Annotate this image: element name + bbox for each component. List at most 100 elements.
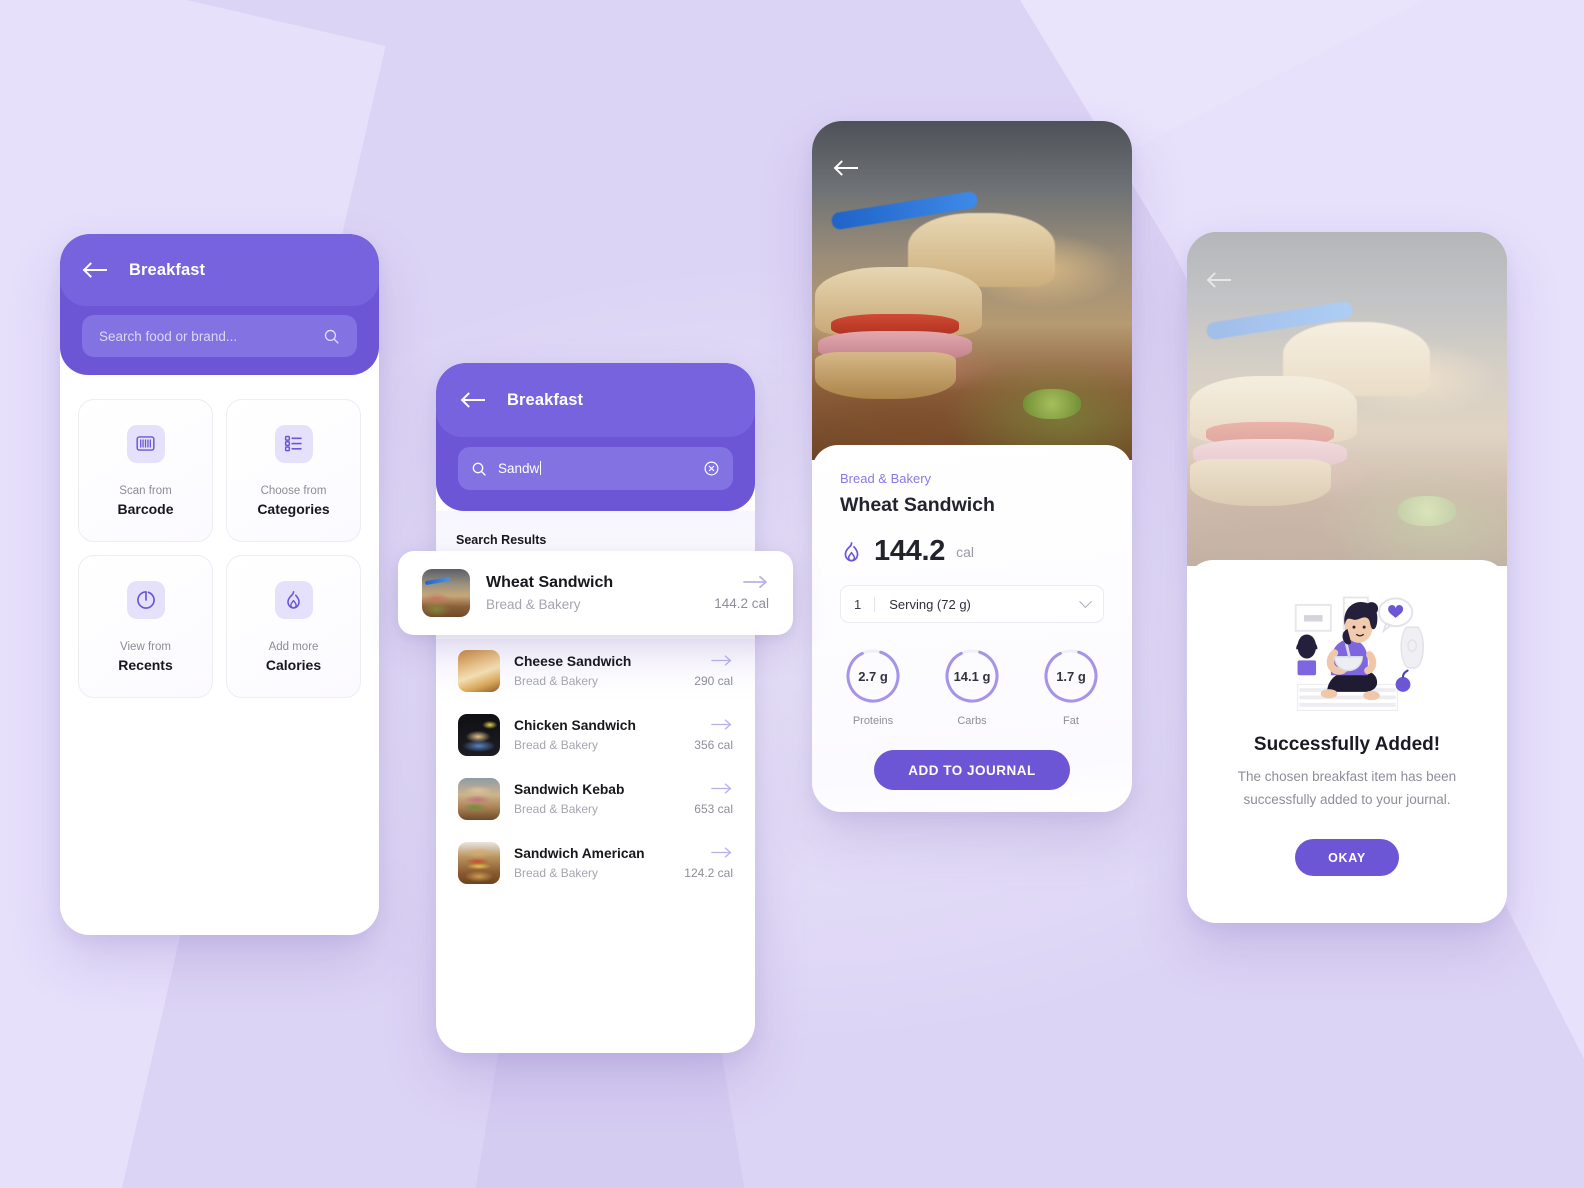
back-arrow-icon[interactable] (1209, 272, 1231, 288)
search-input[interactable]: Sandw (458, 447, 733, 490)
sandwich-kebab-photo (458, 778, 500, 820)
sandwich-american-photo (458, 842, 500, 884)
quick-actions-body: Scan from Barcode Choose from Categories… (60, 375, 379, 935)
search-input-value: Sandw (498, 461, 542, 476)
result-calories: 356 cal (694, 738, 733, 752)
macro-label: Fat (1063, 715, 1079, 727)
table-row[interactable]: Sandwich Kebab Bread & Bakery 653 cal (436, 767, 755, 831)
flame-icon (274, 580, 313, 619)
macro-rings: 2.7 g Proteins 14.1 g Carbs 1.7 g Fat (840, 647, 1104, 727)
result-category: Bread & Bakery (486, 597, 581, 612)
macro-ring-proteins: 2.7 g (844, 647, 902, 705)
wheat-sandwich-hero-photo (812, 121, 1132, 460)
result-name: Sandwich American (514, 846, 645, 861)
result-category: Bread & Bakery (514, 738, 599, 752)
barcode-icon (126, 424, 165, 463)
flame-icon (844, 542, 859, 562)
cheese-sandwich-photo (458, 650, 500, 692)
screen-food-detail: Bread & Bakery Wheat Sandwich 144.2 cal … (812, 121, 1132, 812)
result-calories: 144.2 cal (714, 596, 769, 611)
result-name: Cheese Sandwich (514, 654, 632, 669)
search-results-header: Breakfast Sandw (436, 363, 755, 511)
back-arrow-icon[interactable] (836, 160, 858, 176)
top-bar: Breakfast (60, 234, 379, 306)
food-category: Bread & Bakery (840, 471, 932, 486)
calorie-value: 144.2 (874, 535, 946, 567)
list-checklist-icon (274, 424, 313, 463)
clear-circle-x-icon[interactable] (703, 460, 720, 477)
food-name: Wheat Sandwich (840, 494, 995, 516)
macro-value: 14.1 g (953, 668, 991, 684)
tile-choose-categories[interactable]: Choose from Categories (226, 399, 361, 542)
tile-sub-label: Scan from (119, 484, 172, 497)
wheat-sandwich-photo (422, 569, 470, 617)
result-category: Bread & Bakery (514, 802, 599, 816)
page-title: Breakfast (507, 390, 584, 409)
okay-button[interactable]: OKAY (1295, 839, 1399, 877)
result-category: Bread & Bakery (514, 674, 599, 688)
success-card: Successfully Added! The chosen breakfast… (1187, 560, 1507, 923)
screen-search-results: Breakfast Sandw Search Results Cheese Sa… (436, 363, 755, 1053)
result-calories: 124.2 cal (684, 866, 733, 880)
back-arrow-icon[interactable] (85, 262, 107, 278)
woman-eating-bowl-illustration (1213, 588, 1481, 718)
calorie-summary: 144.2 cal (840, 535, 1104, 568)
serving-quantity: 1 (854, 596, 876, 612)
tile-sub-label: Add more (268, 640, 319, 653)
search-results-list: Cheese Sandwich Bread & Bakery 290 cal C… (436, 639, 755, 895)
quick-actions-grid: Scan from Barcode Choose from Categories… (78, 399, 361, 698)
macro-label: Carbs (957, 715, 987, 727)
tile-sub-label: View from (120, 640, 171, 653)
search-icon (472, 462, 486, 476)
macro-proteins: 2.7 g Proteins (844, 647, 902, 727)
macro-label: Proteins (852, 715, 894, 727)
search-field-wrapper: Search food or brand... (60, 315, 379, 357)
success-title: Successfully Added! (1253, 734, 1441, 755)
back-arrow-icon[interactable] (463, 392, 485, 408)
chevron-down-icon (1079, 594, 1092, 608)
arrow-right-icon (711, 655, 732, 666)
arrow-right-icon (711, 847, 732, 858)
search-icon (324, 329, 339, 344)
tile-add-calories[interactable]: Add more Calories (226, 555, 361, 698)
table-row[interactable]: Cheese Sandwich Bread & Bakery 290 cal (436, 639, 755, 703)
macro-ring-carbs: 14.1 g (943, 647, 1001, 705)
calorie-unit: cal (956, 543, 974, 560)
arrow-right-icon (711, 783, 732, 794)
macro-value: 1.7 g (1056, 668, 1086, 684)
result-calories: 653 cal (694, 802, 733, 816)
result-calories: 290 cal (694, 674, 733, 688)
result-name: Chicken Sandwich (514, 718, 636, 733)
macro-value: 2.7 g (858, 668, 888, 684)
macro-ring-fat: 1.7 g (1042, 647, 1100, 705)
result-name: Wheat Sandwich (486, 574, 614, 591)
screen-success-dialog: Successfully Added! The chosen breakfast… (1187, 232, 1507, 923)
tile-sub-label: Choose from (260, 484, 327, 497)
tile-main-label: Barcode (117, 500, 174, 517)
top-bar: Breakfast (436, 363, 755, 437)
tile-main-label: Recents (118, 656, 173, 673)
arrow-right-icon (743, 575, 767, 589)
table-row[interactable]: Sandwich American Bread & Bakery 124.2 c… (436, 831, 755, 895)
highlighted-search-result[interactable]: Wheat Sandwich Bread & Bakery 144.2 cal (398, 551, 793, 635)
add-to-journal-button[interactable]: ADD TO JOURNAL (874, 750, 1070, 790)
macro-carbs: 14.1 g Carbs (943, 647, 1001, 727)
result-name: Sandwich Kebab (514, 782, 625, 797)
page-title: Breakfast (129, 260, 206, 279)
tile-main-label: Categories (257, 500, 330, 517)
chicken-sandwich-photo (458, 714, 500, 756)
screen-search-entry: Breakfast Search food or brand... Scan f… (60, 234, 379, 935)
serving-size-select[interactable]: 1 Serving (72 g) (840, 585, 1104, 623)
macro-fat: 1.7 g Fat (1042, 647, 1100, 727)
search-input[interactable]: Search food or brand... (82, 315, 357, 357)
tile-view-recents[interactable]: View from Recents (78, 555, 213, 698)
table-row[interactable]: Chicken Sandwich Bread & Bakery 356 cal (436, 703, 755, 767)
search-placeholder-text: Search food or brand... (99, 328, 238, 344)
search-field-wrapper: Sandw (436, 447, 755, 490)
search-entry-header: Breakfast Search food or brand... (60, 234, 379, 375)
cta-wrapper: ADD TO JOURNAL (812, 750, 1132, 790)
history-clock-icon (126, 580, 165, 619)
tile-scan-barcode[interactable]: Scan from Barcode (78, 399, 213, 542)
arrow-right-icon (711, 719, 732, 730)
tile-main-label: Calories (265, 656, 322, 673)
